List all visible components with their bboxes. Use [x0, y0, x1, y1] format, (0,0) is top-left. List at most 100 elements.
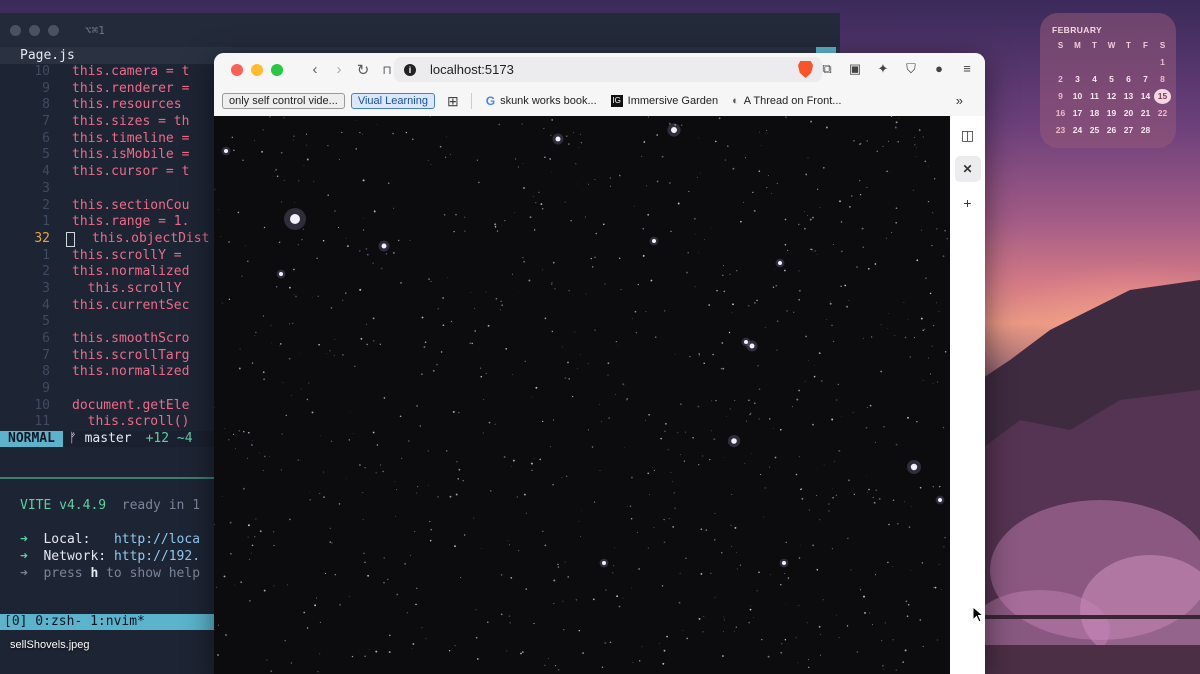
menu-icon[interactable]: ≡ [959, 61, 975, 77]
vpn-shield-icon[interactable]: ⛉ [903, 61, 919, 77]
browser-window[interactable]: ‹ › ↻ ⊓ i localhost:5173 ⇪ ⧉ ▣ ✦ ⛉ ● ≡ o… [214, 53, 985, 674]
address-bar[interactable]: i localhost:5173 ⇪ [394, 57, 822, 82]
star [880, 370, 883, 373]
calendar-month: FEBRUARY [1052, 25, 1103, 35]
bright-star [744, 340, 748, 344]
star [714, 596, 716, 598]
vite-local-url[interactable]: http://loca [114, 532, 200, 547]
forward-icon[interactable]: › [327, 61, 351, 78]
star [313, 180, 315, 182]
star [605, 589, 607, 591]
wallet-icon[interactable]: ● [931, 61, 947, 77]
calendar-widget[interactable]: FEBRUARY S M T W T F S 1 2 3 4 5 6 7 8 9 10 11 12 13 14 15 16 1… [1040, 13, 1176, 148]
extensions-icon[interactable]: ⧉ [819, 61, 835, 77]
star [703, 616, 705, 618]
star [697, 463, 700, 466]
site-info-icon[interactable]: i [404, 63, 416, 76]
star [424, 341, 427, 344]
line-number: 2 [42, 264, 50, 280]
desktop-file-label[interactable]: sellShovels.jpeg [10, 639, 90, 651]
close-icon[interactable] [231, 63, 243, 76]
close-icon[interactable]: ✕ [954, 156, 981, 182]
star [758, 131, 760, 133]
star [761, 638, 763, 641]
url-text[interactable]: localhost:5173 [430, 62, 514, 77]
star [924, 160, 927, 163]
sidebar-panel-icon[interactable]: ◫ [955, 122, 981, 148]
minimize-icon[interactable] [251, 63, 263, 76]
star [892, 499, 895, 501]
star [308, 492, 310, 494]
line-number: 4 [42, 297, 50, 313]
bookmark-self-control[interactable]: only self control vide... [222, 93, 345, 109]
thread-icon: ◐ [732, 95, 739, 107]
sign-column [0, 381, 14, 398]
star [538, 191, 540, 194]
calendar-day: 27 [1123, 125, 1134, 135]
leo-ai-icon[interactable]: ✦ [875, 61, 891, 77]
star [791, 406, 793, 408]
bookmark-visual-learning[interactable]: Viual Learning [350, 93, 435, 109]
star [608, 417, 610, 419]
line-number: 32 [34, 230, 50, 246]
star [258, 452, 260, 454]
star [218, 208, 219, 210]
bookmark-thread-frontend[interactable]: ◐ A Thread on Front... [732, 95, 841, 107]
star [874, 263, 877, 265]
star [653, 526, 655, 528]
star [535, 202, 537, 204]
star [235, 448, 237, 450]
zoom-icon[interactable] [48, 24, 59, 36]
apps-grid-icon[interactable]: ⊞ [447, 93, 459, 110]
webgl-starfield-canvas[interactable] [214, 116, 950, 674]
close-icon[interactable] [10, 24, 21, 36]
zoom-icon[interactable] [271, 63, 283, 76]
star [895, 443, 898, 446]
star [372, 317, 375, 320]
calendar-day: 12 [1106, 91, 1117, 101]
star [522, 163, 524, 164]
code-text: this.renderer = [72, 80, 190, 96]
star [873, 501, 876, 504]
star [458, 411, 460, 414]
add-icon[interactable]: + [955, 190, 981, 216]
star [397, 239, 400, 242]
star [416, 587, 418, 590]
back-icon[interactable]: ‹ [303, 61, 327, 78]
editor-tab-page-js[interactable]: Page.js [20, 48, 75, 63]
bookmark-skunk-works[interactable]: G skunk works book... [486, 94, 597, 108]
star [723, 631, 724, 632]
star [554, 287, 556, 290]
minimize-icon[interactable] [29, 24, 40, 36]
sign-column [0, 198, 14, 215]
star [936, 228, 938, 230]
star [270, 342, 272, 344]
reload-icon[interactable]: ↻ [351, 61, 375, 79]
more-bookmarks-icon[interactable]: » [956, 93, 963, 108]
star [825, 126, 828, 129]
sign-column [0, 181, 14, 198]
star [943, 546, 945, 548]
vite-network-url[interactable]: http://192. [114, 549, 200, 564]
star [369, 649, 370, 651]
star [289, 323, 290, 325]
star [635, 332, 637, 334]
sidebar-toggle-icon[interactable]: ▣ [847, 61, 863, 77]
star [882, 146, 884, 148]
star [574, 331, 576, 333]
star [494, 226, 497, 228]
google-icon: G [485, 94, 496, 108]
star [429, 539, 432, 542]
code-text: this.currentSec [72, 297, 190, 313]
star [697, 252, 699, 254]
star [601, 421, 603, 423]
star [400, 281, 402, 284]
star [262, 315, 265, 317]
star [509, 621, 511, 624]
bookmark-immersive-garden[interactable]: IG Immersive Garden [610, 95, 718, 107]
sign-column [0, 314, 14, 331]
star [563, 629, 565, 631]
star [718, 117, 721, 120]
star [931, 244, 933, 247]
star [663, 649, 666, 652]
